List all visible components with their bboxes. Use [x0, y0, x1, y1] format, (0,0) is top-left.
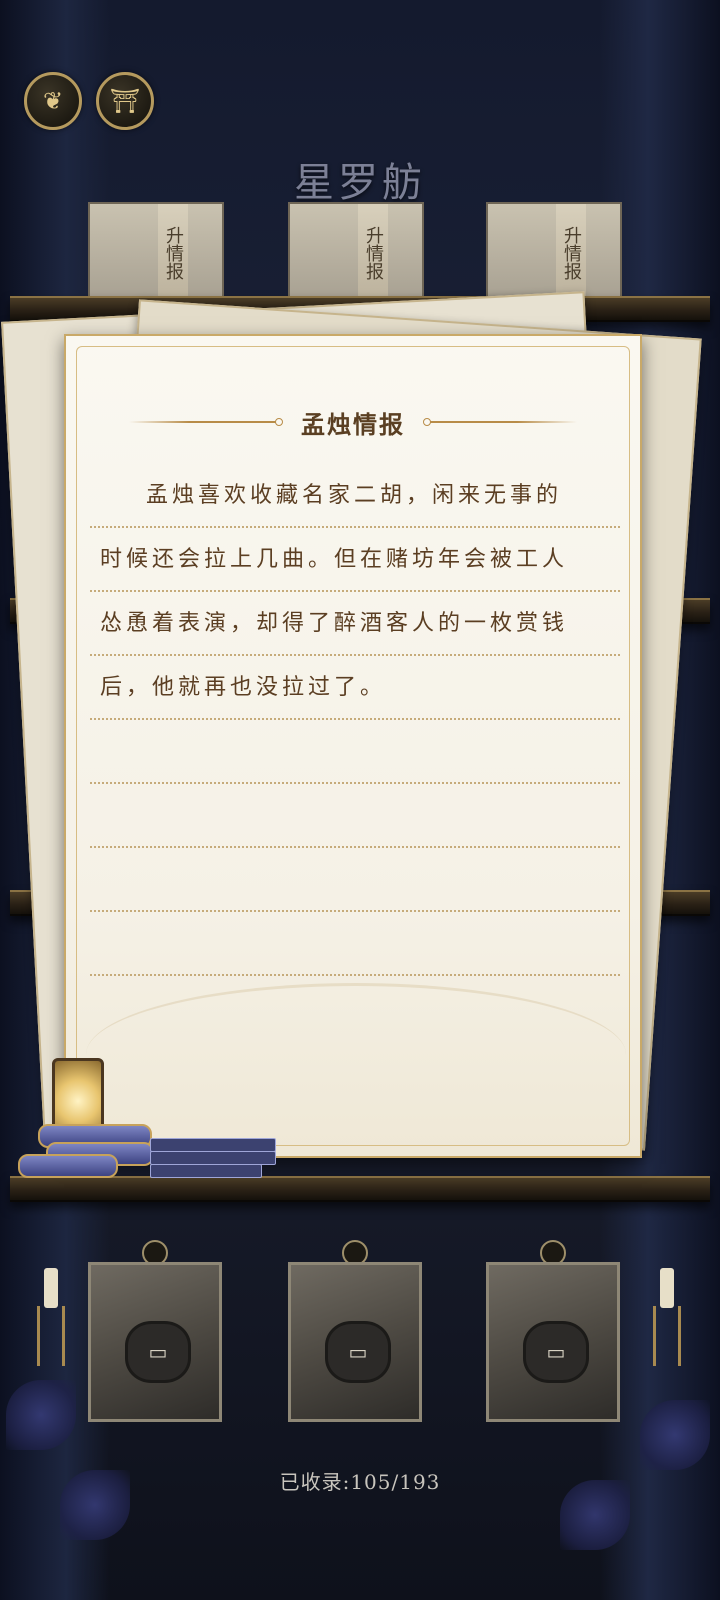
paper-title-row: 孟烛情报	[66, 402, 640, 442]
pavilion-icon: ⛩	[109, 87, 141, 115]
title-decoration-left	[129, 418, 283, 426]
paper-title: 孟烛情报	[301, 409, 405, 439]
paper-swirl-decoration	[86, 983, 626, 1126]
flower-decoration	[640, 1400, 710, 1470]
top-card-label: 升情报	[556, 204, 586, 296]
paper-line: 后，他就再也没拉过了。	[90, 656, 620, 720]
paper-line: 孟烛喜欢收藏名家二胡，闲来无事的	[90, 464, 620, 528]
locked-slot-2[interactable]: ▭	[288, 1262, 422, 1422]
paper-line	[90, 912, 620, 976]
flower-decoration	[6, 1380, 76, 1450]
top-card-2[interactable]: 升情报	[288, 202, 424, 298]
top-card-3[interactable]: 升情报	[486, 202, 622, 298]
pavilion-button[interactable]: ⛩	[96, 72, 154, 130]
candle-stand	[653, 1306, 681, 1366]
candle-icon	[44, 1268, 58, 1308]
paper-line: 怂恿着表演，却得了醉酒客人的一枚赏钱	[90, 592, 620, 656]
paper-line	[90, 784, 620, 848]
lock-icon: ▭	[125, 1321, 191, 1383]
paper-line	[90, 720, 620, 784]
books-icon	[150, 1138, 278, 1180]
leaf-emblem-button[interactable]: ❦	[24, 72, 82, 130]
paper-line	[90, 848, 620, 912]
scrolls-icon	[18, 1124, 168, 1180]
page-title: 星罗舫	[294, 160, 426, 206]
paper-text-area: 孟烛喜欢收藏名家二胡，闲来无事的 时候还会拉上几曲。但在赌坊年会被工人 怂恿着表…	[90, 464, 620, 976]
top-card-label: 升情报	[358, 204, 388, 296]
title-decoration-right	[423, 418, 577, 426]
top-card-1[interactable]: 升情报	[88, 202, 224, 298]
lock-icon: ▭	[325, 1321, 391, 1383]
collected-count: 已收录:105/193	[279, 1470, 441, 1494]
candle-stand	[37, 1306, 65, 1366]
candle-icon	[660, 1268, 674, 1308]
locked-slot-1[interactable]: ▭	[88, 1262, 222, 1422]
lock-icon: ▭	[523, 1321, 589, 1383]
top-card-label: 升情报	[158, 204, 188, 296]
locked-slot-3[interactable]: ▭	[486, 1262, 620, 1422]
leaf-emblem-icon: ❦	[42, 87, 64, 115]
paper-line: 时候还会拉上几曲。但在赌坊年会被工人	[90, 528, 620, 592]
intel-paper: 孟烛情报 孟烛喜欢收藏名家二胡，闲来无事的 时候还会拉上几曲。但在赌坊年会被工人…	[64, 334, 642, 1158]
